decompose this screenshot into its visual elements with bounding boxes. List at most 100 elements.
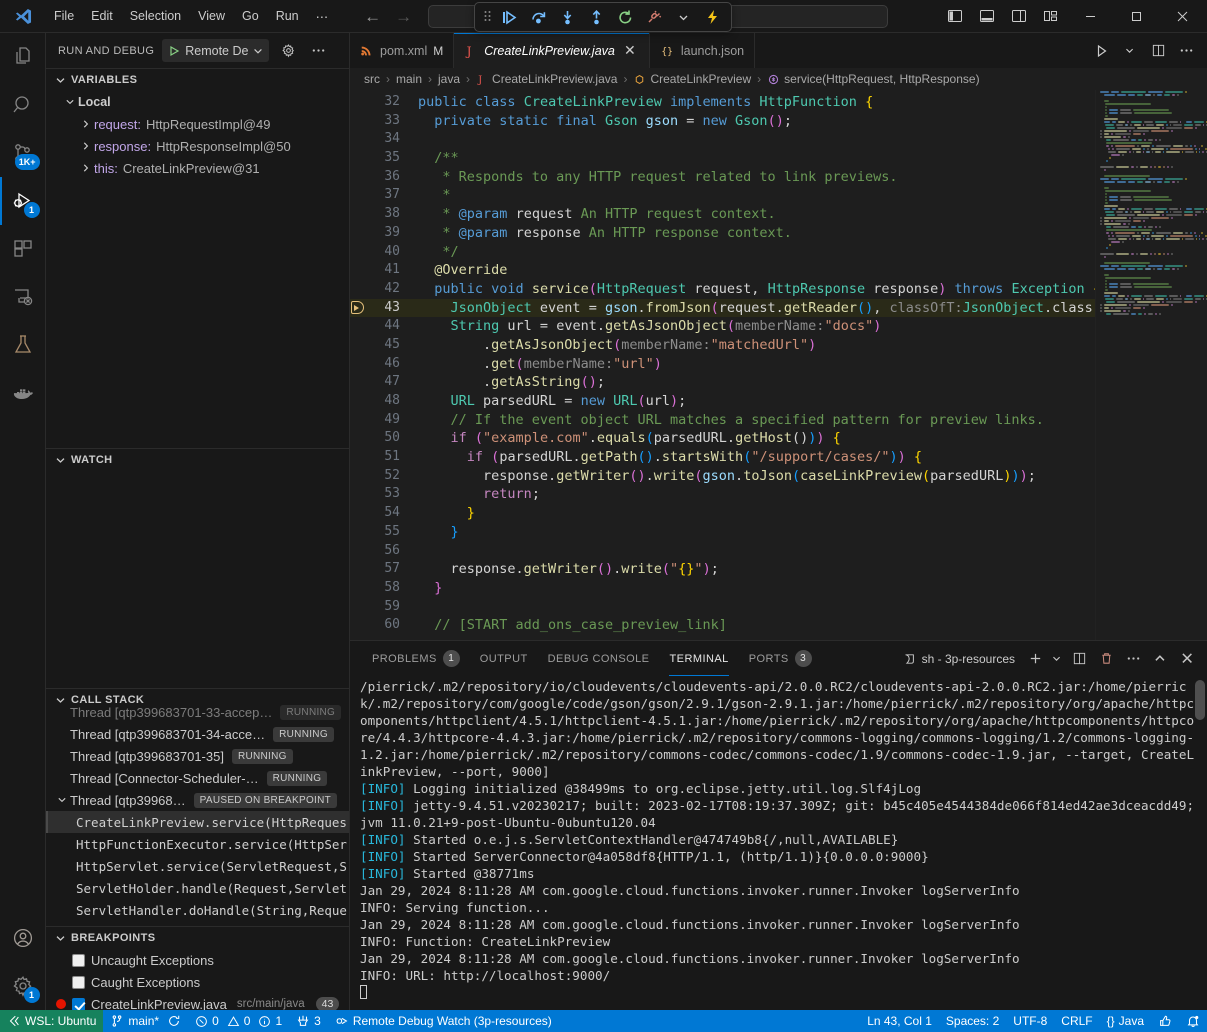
tab-createlinkpreview-java[interactable]: J CreateLinkPreview.java ✕ [454, 33, 650, 68]
restart-button[interactable] [612, 5, 638, 29]
code-line[interactable]: 51 if (parsedURL.getPath().startsWith("/… [350, 448, 1095, 467]
breakpoint-row[interactable]: CreateLinkPreview.java src/main/java 43 [46, 993, 349, 1010]
status-remote-indicator[interactable]: WSL: Ubuntu [0, 1010, 103, 1032]
menu-selection[interactable]: Selection [122, 6, 189, 26]
code-line[interactable]: 48 URL parsedURL = new URL(url); [350, 392, 1095, 411]
maximize-panel-button[interactable] [1148, 647, 1172, 671]
run-dropdown-button[interactable] [1117, 38, 1143, 64]
sidebar-more-icon[interactable] [307, 40, 329, 62]
split-editor-button[interactable] [1145, 38, 1171, 64]
close-icon[interactable] [1159, 0, 1205, 32]
menu-file[interactable]: File [46, 6, 82, 26]
code-line[interactable]: 32public class CreateLinkPreview impleme… [350, 93, 1095, 112]
breadcrumb-src[interactable]: src [364, 72, 380, 86]
sync-icon[interactable] [167, 1014, 181, 1028]
disconnect-button[interactable] [641, 5, 667, 29]
customize-layout-icon[interactable] [1035, 0, 1067, 32]
call-stack-frame[interactable]: ServletHolder.handle(Request,Servlet [46, 877, 349, 899]
activity-accounts[interactable] [0, 914, 46, 962]
status-indentation[interactable]: Spaces: 2 [939, 1014, 1006, 1028]
call-stack-thread-paused[interactable]: Thread [qtp39968… PAUSED ON BREAKPOINT [46, 789, 349, 811]
kill-terminal-button[interactable] [1094, 647, 1118, 671]
activity-extensions[interactable] [0, 225, 46, 273]
breadcrumb-java[interactable]: java [438, 72, 460, 86]
minimap[interactable] [1095, 90, 1207, 640]
breadcrumb-main[interactable]: main [396, 72, 422, 86]
code-line[interactable]: 39 * @param response An HTTP response co… [350, 224, 1095, 243]
status-cursor-position[interactable]: Ln 43, Col 1 [860, 1014, 939, 1028]
activity-manage[interactable]: 1 [0, 962, 46, 1010]
code-line[interactable]: 35 /** [350, 149, 1095, 168]
code-line[interactable]: 59 [350, 598, 1095, 617]
variable-row[interactable]: request: HttpRequestImpl@49 [46, 113, 349, 135]
status-encoding[interactable]: UTF-8 [1006, 1014, 1054, 1028]
breakpoint-row[interactable]: Caught Exceptions [46, 971, 349, 993]
tab-debug-console[interactable]: DEBUG CONSOLE [538, 641, 660, 676]
activity-source-control[interactable]: 1K+ [0, 129, 46, 177]
code-line[interactable]: 56 [350, 542, 1095, 561]
status-debug-session[interactable]: Remote Debug Watch (3p-resources) [328, 1010, 559, 1032]
breakpoint-checkbox[interactable] [72, 998, 85, 1011]
activity-testing[interactable] [0, 321, 46, 369]
code-line[interactable]: 52 response.getWriter().write(gson.toJso… [350, 467, 1095, 486]
code-line[interactable]: 42 public void service(HttpRequest reque… [350, 280, 1095, 299]
terminal-selector[interactable]: sh - 3p-resources [902, 652, 1015, 666]
call-stack-thread[interactable]: Thread [qtp399683701-35] RUNNING [46, 745, 349, 767]
tab-pom-xml[interactable]: pom.xml M [350, 33, 454, 68]
call-stack-thread[interactable]: Thread [Connector-Scheduler-… RUNNING [46, 767, 349, 789]
breakpoint-checkbox[interactable] [72, 976, 85, 989]
menu-run[interactable]: Run [268, 6, 307, 26]
code-line[interactable]: 60 // [START add_ons_case_preview_link] [350, 616, 1095, 635]
status-notifications[interactable] [1179, 1014, 1207, 1028]
code-line[interactable]: 49 // If the event object URL matches a … [350, 411, 1095, 430]
status-language-mode[interactable]: {} Java [1100, 1014, 1151, 1028]
arrow-right-icon[interactable]: → [395, 8, 412, 25]
call-stack-frame[interactable]: ServletHandler.doHandle(String,Reque [46, 899, 349, 921]
tab-launch-json[interactable]: {} launch.json [650, 33, 755, 68]
code-line[interactable]: 33 private static final Gson gson = new … [350, 112, 1095, 131]
call-stack-thread[interactable]: Thread [qtp399683701-33-accep… RUNNING [46, 701, 349, 723]
step-into-button[interactable] [554, 5, 580, 29]
status-ports[interactable]: 3 [289, 1010, 328, 1032]
code-line[interactable]: 44 String url = event.getAsJsonObject(me… [350, 317, 1095, 336]
breadcrumb-method[interactable]: service(HttpRequest, HttpResponse) [767, 72, 979, 86]
status-eol[interactable]: CRLF [1054, 1014, 1099, 1028]
toggle-secondary-sidebar-icon[interactable] [1003, 0, 1035, 32]
code-line[interactable]: 57 response.getWriter().write("{}"); [350, 560, 1095, 579]
menu-more[interactable]: ⋯ [308, 6, 337, 27]
more-actions-button[interactable] [1173, 38, 1199, 64]
call-stack-frame[interactable]: HttpServlet.service(ServletRequest,S [46, 855, 349, 877]
breakpoint-row[interactable]: Uncaught Exceptions [46, 949, 349, 971]
code-line[interactable]: 55 } [350, 523, 1095, 542]
toggle-panel-icon[interactable] [971, 0, 1003, 32]
new-terminal-button[interactable] [1023, 647, 1047, 671]
code-line[interactable]: 34 [350, 130, 1095, 149]
panel-more-button[interactable] [1121, 647, 1145, 671]
code-line[interactable]: 53 return; [350, 485, 1095, 504]
breakpoint-dot-icon[interactable] [56, 999, 66, 1009]
tab-problems[interactable]: PROBLEMS 1 [362, 641, 470, 676]
terminal-profile-dropdown[interactable] [1050, 647, 1064, 671]
close-icon[interactable]: ✕ [621, 42, 639, 60]
code-line[interactable]: 37 * [350, 186, 1095, 205]
code-line[interactable]: 54 } [350, 504, 1095, 523]
code-line[interactable]: 38 * @param request An HTTP request cont… [350, 205, 1095, 224]
code-line[interactable]: 50 if ("example.com".equals(parsedURL.ge… [350, 429, 1095, 448]
variable-row[interactable]: this: CreateLinkPreview@31 [46, 157, 349, 179]
step-out-button[interactable] [583, 5, 609, 29]
call-stack-thread[interactable]: Thread [qtp399683701-34-acce… RUNNING [46, 723, 349, 745]
code-line[interactable]: 46 .get(memberName:"url") [350, 355, 1095, 374]
hot-reload-button[interactable] [699, 5, 725, 29]
status-branch[interactable]: main* [103, 1010, 188, 1032]
toggle-primary-sidebar-icon[interactable] [939, 0, 971, 32]
call-stack-frame[interactable]: CreateLinkPreview.service(HttpReques [46, 811, 349, 833]
activity-remote-explorer[interactable] [0, 273, 46, 321]
split-terminal-button[interactable] [1067, 647, 1091, 671]
menu-edit[interactable]: Edit [83, 6, 121, 26]
status-feedback[interactable] [1151, 1014, 1179, 1028]
tab-terminal[interactable]: TERMINAL [659, 641, 738, 676]
activity-run-and-debug[interactable]: 1 [0, 177, 46, 225]
debug-toolbar-grip[interactable] [481, 8, 493, 26]
minimize-icon[interactable] [1067, 0, 1113, 32]
breadcrumb-class[interactable]: CreateLinkPreview [633, 72, 751, 86]
